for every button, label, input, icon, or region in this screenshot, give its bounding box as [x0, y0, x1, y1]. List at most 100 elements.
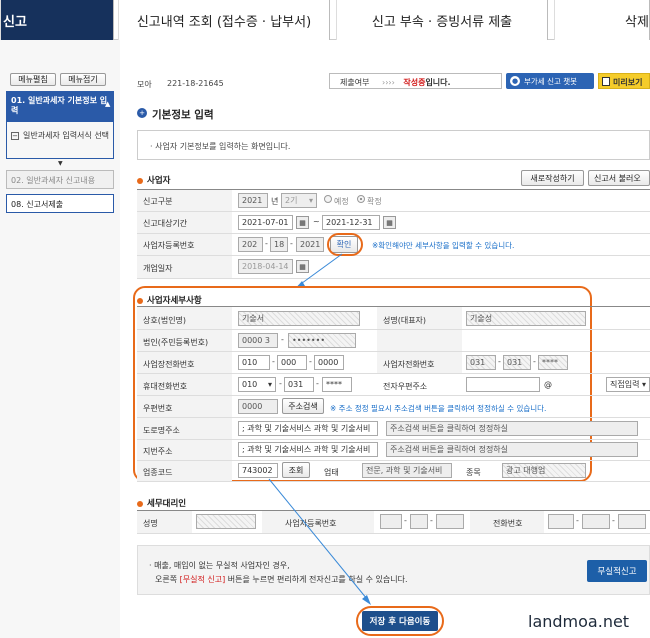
divider — [137, 439, 650, 440]
section-agent-title: 세무대리인 — [137, 497, 186, 509]
jibun-address-input[interactable]: ; 과학 및 기술서비스 과학 및 기술서비 — [238, 442, 378, 457]
mobile-part3[interactable]: **** — [322, 377, 352, 392]
dash: - — [290, 239, 293, 248]
preview-button[interactable]: 미리보기 — [598, 73, 650, 89]
agent-phone-2[interactable] — [582, 514, 610, 529]
company-name-label: 상호(법인명) — [143, 316, 187, 325]
new-write-label: 새로작성하기 — [530, 173, 575, 183]
industry-lookup-label: 조회 — [288, 465, 304, 475]
section-business-title: 사업자 — [137, 174, 170, 186]
open-date-label: 개업일자 — [143, 264, 173, 273]
footer-note-line2-red: [무실적 신고] — [179, 575, 226, 584]
representative-label: 성명(대표자) — [383, 316, 427, 325]
sidebar-item-submit[interactable]: 08. 신고서제출 — [6, 194, 114, 213]
mobile-prefix-value: 010 — [242, 380, 258, 389]
tab-history[interactable]: 신고내역 조회 (접수증 · 납부서) — [118, 0, 330, 40]
email-domain-select[interactable]: 직접입력 ▾ — [606, 377, 650, 392]
period-to-input[interactable]: 2021-12-31 — [322, 215, 380, 230]
road-address-detail-input[interactable]: 주소검색 버튼을 클릭하여 정정하실 — [386, 421, 638, 436]
menu-collapse-button[interactable]: 메뉴접기 — [60, 73, 106, 86]
radio-expected[interactable] — [324, 195, 332, 203]
email-spacer — [553, 377, 559, 392]
corp-number-label: 법인(주민등록번호) — [143, 338, 209, 347]
brn-label: 사업자등록번호 — [143, 241, 195, 250]
divider — [137, 351, 650, 352]
tab-report-label: 신고 — [3, 14, 27, 30]
zipcode-input[interactable]: 0000 — [238, 399, 278, 414]
tab-delete[interactable]: 삭제 — [554, 0, 650, 40]
period-select[interactable]: 2기 ▾ — [281, 193, 317, 208]
highlight-oval — [356, 606, 444, 636]
jibun-address-detail-input[interactable]: 주소검색 버튼을 클릭하여 정정하실 — [386, 442, 638, 457]
chatbot-button[interactable]: ● 부가세 신고 챗봇 — [506, 73, 594, 89]
biz-phone-2[interactable]: 031 — [503, 355, 531, 370]
chatbot-label: 부가세 신고 챗봇 — [524, 77, 578, 86]
dash: - — [265, 239, 268, 248]
sidebar-group-basic: 01. 일반과세자 기본정보 입력 ▲ − 일반과세자 입력서식 선택 — [6, 91, 114, 159]
page-title: 기본정보 입력 — [152, 109, 214, 121]
dash: - — [430, 516, 433, 525]
agent-brn-2[interactable] — [410, 514, 428, 529]
agent-name-input[interactable] — [196, 514, 256, 529]
no-result-report-button[interactable]: 무실적신고 — [587, 560, 647, 582]
menu-expand-button[interactable]: 메뉴펼침 — [10, 73, 56, 86]
sidebar-item-report-content-label: 02. 일반과세자 신고내용 — [11, 176, 96, 185]
sidebar-subitem-label: 일반과세자 입력서식 선택 — [23, 131, 110, 140]
biz-phone-3[interactable]: **** — [538, 355, 568, 370]
load-report-button[interactable]: 신고서 불러오 — [588, 170, 650, 186]
dash: - — [279, 379, 282, 388]
chatbot-icon: ● — [510, 76, 520, 86]
business-item-input[interactable]: 광고 대행업 — [502, 463, 586, 478]
title-plus-icon: + — [137, 108, 147, 118]
tab-attachments[interactable]: 신고 부속 · 증빙서류 제출 — [336, 0, 548, 40]
new-write-button[interactable]: 새로작성하기 — [521, 170, 584, 186]
minus-box-icon: − — [11, 132, 19, 140]
corp-number-part1[interactable]: 0000 3 — [238, 333, 278, 348]
biz-phone-1[interactable]: 031 — [466, 355, 496, 370]
info-text: 사업자 기본정보를 입력하는 화면입니다. — [155, 142, 291, 151]
address-search-button[interactable]: 주소검색 — [282, 398, 324, 414]
calendar-icon[interactable]: ▦ — [296, 216, 309, 229]
dash: - — [316, 379, 319, 388]
sidebar-subitem-form-select[interactable]: − 일반과세자 입력서식 선택 — [11, 130, 111, 141]
status-value: 작성중 — [403, 78, 426, 87]
chevron-down-icon: ▾ — [267, 380, 272, 389]
divider — [137, 278, 650, 279]
section-bullet-icon — [137, 297, 143, 304]
load-report-label: 신고서 불러오 — [594, 173, 641, 183]
section-bullet-icon — [137, 500, 143, 507]
agent-table-top-border — [137, 510, 650, 511]
divider — [137, 329, 650, 330]
road-address-input[interactable]: ; 과학 및 기술서비스 과학 및 기술서비 — [238, 421, 378, 436]
period-select-value: 2기 — [285, 196, 298, 205]
office-phone-3[interactable]: 0000 — [314, 355, 344, 370]
agent-brn-3[interactable] — [436, 514, 464, 529]
collapse-arrow-icon[interactable]: ▲ — [105, 100, 113, 110]
year-input[interactable]: 2021 — [238, 193, 268, 208]
calendar-icon[interactable]: ▦ — [383, 216, 396, 229]
radio-confirmed[interactable] — [357, 195, 365, 203]
mobile-prefix-select[interactable]: 010 ▾ — [238, 377, 276, 392]
company-name-input[interactable]: 기술서 — [238, 311, 360, 326]
tab-delete-label: 삭제 — [625, 14, 649, 30]
tab-attachments-label: 신고 부속 · 증빙서류 제출 — [371, 14, 513, 30]
mobile-part2[interactable]: 031 — [284, 377, 314, 392]
menu-expand-label: 메뉴펼침 — [18, 75, 48, 84]
email-id-input[interactable] — [466, 377, 540, 392]
corp-number-part2[interactable]: ••••••• — [288, 333, 356, 348]
jibun-address-label: 지번주소 — [143, 447, 173, 456]
office-phone-1[interactable]: 010 — [238, 355, 270, 370]
sidebar-item-basic-info[interactable]: 01. 일반과세자 기본정보 입력 — [7, 92, 113, 122]
document-icon — [602, 77, 610, 86]
agent-phone-1[interactable] — [548, 514, 574, 529]
dash: - — [404, 516, 407, 525]
period-from-input[interactable]: 2021-07-01 — [238, 215, 293, 230]
tab-report[interactable]: 신고 — [0, 0, 114, 40]
representative-input[interactable]: 기술성 — [466, 311, 586, 326]
sidebar-item-report-content[interactable]: 02. 일반과세자 신고내용 — [6, 170, 114, 189]
brn-part1[interactable]: 202 — [238, 237, 263, 252]
status-label: 제출여부 — [340, 78, 370, 87]
office-phone-2[interactable]: 000 — [277, 355, 307, 370]
agent-phone-3[interactable] — [618, 514, 646, 529]
period-tilde: ~ — [313, 217, 320, 226]
